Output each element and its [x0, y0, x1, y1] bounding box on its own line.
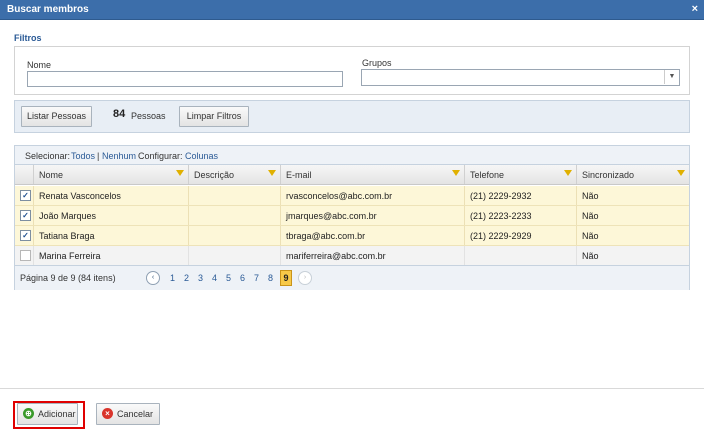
add-icon: ⊕ — [23, 408, 34, 419]
column-header-descricao[interactable]: Descrição — [188, 165, 281, 184]
cancel-button[interactable]: × Cancelar — [96, 403, 160, 425]
footer-divider — [0, 388, 704, 389]
cell-email: jmarques@abc.com.br — [286, 211, 377, 221]
cell-email: mariferreira@abc.com.br — [286, 251, 386, 261]
filter-icon[interactable] — [176, 170, 184, 176]
filters-heading: Filtros — [14, 33, 42, 43]
cell-nome: João Marques — [39, 211, 97, 221]
cell-telefone: (21) 2229-2929 — [470, 231, 532, 241]
select-label: Selecionar: — [25, 151, 71, 161]
list-toolbar: Listar Pessoas 84 Pessoas Limpar Filtros — [14, 100, 690, 133]
cell-email: rvasconcelos@abc.com.br — [286, 191, 393, 201]
page-link-9-current[interactable]: 9 — [280, 270, 292, 286]
page-link-6[interactable]: 6 — [240, 273, 245, 283]
groups-label: Grupos — [362, 58, 392, 68]
groups-select[interactable]: ▼ — [361, 69, 680, 86]
cell-nome: Renata Vasconcelos — [39, 191, 121, 201]
cell-sincronizado: Não — [582, 211, 599, 221]
filter-icon[interactable] — [452, 170, 460, 176]
column-header-nome[interactable]: Nome — [33, 165, 189, 184]
pager: Página 9 de 9 (84 itens) ‹ 1 2 3 4 5 6 7… — [15, 265, 689, 290]
page-link-3[interactable]: 3 — [198, 273, 203, 283]
page-link-2[interactable]: 2 — [184, 273, 189, 283]
prev-page-icon[interactable]: ‹ — [146, 271, 160, 285]
page-link-4[interactable]: 4 — [212, 273, 217, 283]
selection-bar: Selecionar: Todos | Nenhum Configurar: C… — [15, 146, 689, 165]
cell-sincronizado: Não — [582, 231, 599, 241]
add-button-label: Adicionar — [38, 409, 76, 419]
table-row[interactable]: ✓ Tatiana Braga tbraga@abc.com.br (21) 2… — [15, 226, 689, 246]
column-header-label: Nome — [39, 170, 64, 180]
configure-label: Configurar: — [138, 151, 183, 161]
cell-nome: Marina Ferreira — [39, 251, 101, 261]
filters-panel: Nome Grupos ▼ — [14, 46, 690, 95]
list-people-button[interactable]: Listar Pessoas — [21, 106, 92, 127]
page-link-7[interactable]: 7 — [254, 273, 259, 283]
select-separator: | — [97, 151, 100, 161]
row-checkbox[interactable]: ✓ — [20, 190, 31, 201]
filter-icon[interactable] — [677, 170, 685, 176]
name-label: Nome — [27, 60, 52, 70]
cell-email: tbraga@abc.com.br — [286, 231, 366, 241]
header-checkbox-column — [15, 165, 34, 184]
table-row[interactable]: ✓ Renata Vasconcelos rvasconcelos@abc.co… — [15, 186, 689, 206]
dialog-title-bar: Buscar membros × — [0, 0, 704, 20]
column-header-label: Descrição — [194, 170, 235, 180]
select-none-link[interactable]: Nenhum — [102, 151, 136, 161]
cancel-icon: × — [102, 408, 113, 419]
column-header-telefone[interactable]: Telefone — [464, 165, 577, 184]
filter-icon[interactable] — [268, 170, 276, 176]
row-checkbox[interactable]: ✓ — [20, 230, 31, 241]
cell-sincronizado: Não — [582, 191, 599, 201]
cell-nome: Tatiana Braga — [39, 231, 95, 241]
select-all-link[interactable]: Todos — [71, 151, 95, 161]
table-row[interactable]: Marina Ferreira mariferreira@abc.com.br … — [15, 246, 689, 266]
page-link-8[interactable]: 8 — [268, 273, 273, 283]
cancel-button-label: Cancelar — [117, 409, 154, 419]
column-header-label: Sincronizado — [582, 170, 635, 180]
column-header-email[interactable]: E-mail — [280, 165, 465, 184]
clear-filters-button[interactable]: Limpar Filtros — [179, 106, 249, 127]
row-checkbox[interactable]: ✓ — [20, 210, 31, 221]
dialog-title: Buscar membros — [7, 4, 89, 15]
cell-telefone: (21) 2223-2233 — [470, 211, 532, 221]
pager-info: Página 9 de 9 (84 itens) — [20, 273, 116, 283]
members-grid: Selecionar: Todos | Nenhum Configurar: C… — [14, 145, 690, 290]
page-link-1[interactable]: 1 — [170, 273, 175, 283]
name-input[interactable] — [27, 71, 343, 87]
add-button[interactable]: ⊕ Adicionar — [17, 403, 78, 425]
column-header-label: E-mail — [286, 170, 312, 180]
chevron-down-icon[interactable]: ▼ — [664, 70, 679, 84]
column-header-label: Telefone — [470, 170, 505, 180]
close-icon[interactable]: × — [692, 3, 698, 15]
grid-header: Nome Descrição E-mail Telefone Sincroniz… — [15, 165, 689, 185]
table-row[interactable]: ✓ João Marques jmarques@abc.com.br (21) … — [15, 206, 689, 226]
cell-telefone: (21) 2229-2932 — [470, 191, 532, 201]
column-header-sincronizado[interactable]: Sincronizado — [576, 165, 689, 184]
next-page-icon[interactable]: › — [298, 271, 312, 285]
people-count-label: Pessoas — [131, 111, 166, 121]
filter-icon[interactable] — [564, 170, 572, 176]
cell-sincronizado: Não — [582, 251, 599, 261]
configure-columns-link[interactable]: Colunas — [185, 151, 218, 161]
people-count: 84 — [113, 108, 126, 120]
page-link-5[interactable]: 5 — [226, 273, 231, 283]
row-checkbox[interactable] — [20, 250, 31, 261]
